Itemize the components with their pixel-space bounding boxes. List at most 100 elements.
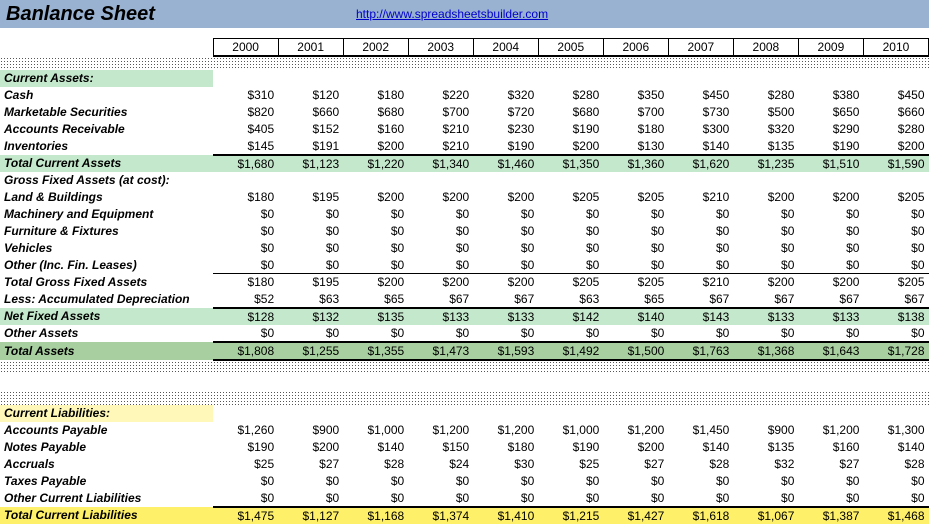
cell-value: $135 [733,439,798,456]
cell-value: $0 [798,223,863,240]
cell-value: $0 [798,240,863,257]
cell-value: $650 [798,104,863,121]
cell-value: $1,340 [408,155,473,172]
row-label: Vehicles [0,240,213,257]
table-row: Net Fixed Assets$128$132$135$133$133$142… [0,308,929,325]
cell-value: $210 [668,274,733,291]
cell-value: $0 [473,206,538,223]
cell-value: $1,123 [278,155,343,172]
cell-value: $0 [733,206,798,223]
cell-value: $180 [603,121,668,138]
row-label: Inventories [0,138,213,155]
cell-value: $67 [733,291,798,308]
cell-value: $1,200 [603,422,668,439]
table-row: Accounts Payable$1,260$900$1,000$1,200$1… [0,422,929,439]
cell-value: $200 [408,189,473,206]
year-header: 2004 [473,38,538,56]
cell-value: $0 [408,325,473,342]
cell-value: $200 [408,274,473,291]
cell-value: $0 [733,325,798,342]
cell-value: $27 [798,456,863,473]
cell-value: $200 [343,189,408,206]
cell-value: $190 [473,138,538,155]
page-title: Banlance Sheet [6,3,356,26]
cell-value: $28 [863,456,928,473]
table-row: Furniture & Fixtures$0$0$0$0$0$0$0$0$0$0… [0,223,929,240]
year-header: 2007 [668,38,733,56]
row-label: Total Current Liabilities [0,507,213,524]
cell-value: $1,763 [668,342,733,360]
row-label: Accounts Payable [0,422,213,439]
table-row: Accruals$25$27$28$24$30$25$27$28$32$27$2… [0,456,929,473]
cell-value: $680 [538,104,603,121]
cell-value: $200 [733,274,798,291]
cell-value: $0 [863,223,928,240]
cell-value: $133 [733,308,798,325]
cell-value: $200 [863,138,928,155]
cell-value: $700 [408,104,473,121]
cell-value: $63 [538,291,603,308]
row-label: Accounts Receivable [0,121,213,138]
cell-value: $0 [603,490,668,507]
cell-value: $1,680 [213,155,278,172]
section-heading-label: Current Assets: [0,70,213,87]
cell-value: $720 [473,104,538,121]
cell-value: $0 [473,223,538,240]
cell-value: $0 [538,490,603,507]
cell-value: $450 [863,87,928,104]
year-header: 2002 [343,38,408,56]
cell-value: $0 [603,473,668,490]
cell-value: $1,510 [798,155,863,172]
cell-value: $1,355 [343,342,408,360]
cell-value: $0 [473,490,538,507]
cell-value: $0 [733,473,798,490]
cell-value: $0 [668,325,733,342]
cell-value: $1,368 [733,342,798,360]
cell-value: $0 [278,240,343,257]
cell-value: $132 [278,308,343,325]
cell-value: $1,590 [863,155,928,172]
cell-value: $28 [668,456,733,473]
cell-value: $200 [603,439,668,456]
cell-value: $0 [213,223,278,240]
cell-value: $135 [343,308,408,325]
cell-value: $205 [863,274,928,291]
row-label: Net Fixed Assets [0,308,213,325]
cell-value: $0 [798,257,863,274]
cell-value: $160 [798,439,863,456]
cell-value: $1,000 [343,422,408,439]
cell-value: $140 [863,439,928,456]
cell-value: $1,427 [603,507,668,524]
cell-value: $500 [733,104,798,121]
row-label: Total Gross Fixed Assets [0,274,213,291]
cell-value: $1,473 [408,342,473,360]
table-row: Other Current Liabilities$0$0$0$0$0$0$0$… [0,490,929,507]
cell-value: $450 [668,87,733,104]
table-row: Accounts Receivable$405$152$160$210$230$… [0,121,929,138]
cell-value: $0 [213,473,278,490]
cell-value: $191 [278,138,343,155]
cell-value: $1,500 [603,342,668,360]
section-heading: Current Assets: [0,70,929,87]
cell-value: $280 [863,121,928,138]
cell-value: $1,200 [408,422,473,439]
year-header: 2001 [278,38,343,56]
cell-value: $135 [733,138,798,155]
cell-value: $0 [733,490,798,507]
row-label: Furniture & Fixtures [0,223,213,240]
cell-value: $32 [733,456,798,473]
cell-value: $0 [798,206,863,223]
cell-value: $0 [473,325,538,342]
cell-value: $730 [668,104,733,121]
cell-value: $190 [538,439,603,456]
cell-value: $0 [473,473,538,490]
cell-value: $900 [278,422,343,439]
cell-value: $0 [538,325,603,342]
cell-value: $205 [538,189,603,206]
cell-value: $0 [343,257,408,274]
cell-value: $200 [343,138,408,155]
cell-value: $280 [733,87,798,104]
source-link[interactable]: http://www.spreadsheetsbuilder.com [356,7,548,21]
cell-value: $0 [408,473,473,490]
table-row: Total Current Liabilities$1,475$1,127$1,… [0,507,929,524]
